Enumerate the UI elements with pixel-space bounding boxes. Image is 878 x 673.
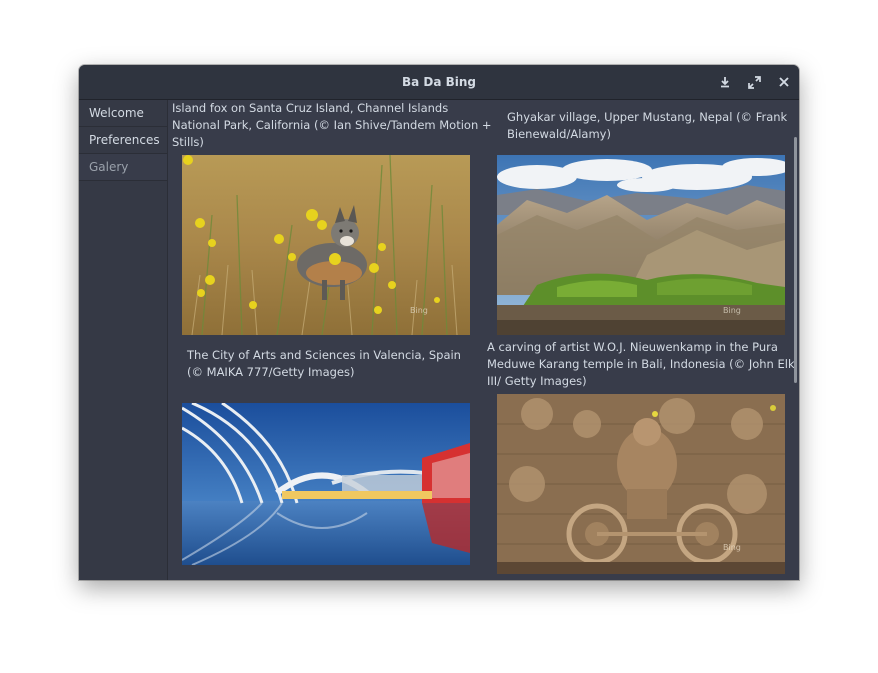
close-button[interactable] xyxy=(775,73,793,91)
bing-watermark: Bing xyxy=(723,543,741,552)
gallery-view[interactable]: Island fox on Santa Cruz Island, Channel… xyxy=(168,100,799,580)
download-button[interactable] xyxy=(716,73,734,91)
valencia-photo[interactable] xyxy=(182,403,470,565)
fox-photo[interactable]: Bing xyxy=(182,155,470,335)
gallery-caption: Island fox on Santa Cruz Island, Channel… xyxy=(172,101,492,149)
bing-watermark: Bing xyxy=(410,306,428,315)
titlebar[interactable]: Ba Da Bing xyxy=(79,65,799,100)
sidebar-item-label: Welcome xyxy=(89,106,144,120)
vertical-scrollbar[interactable] xyxy=(794,137,797,383)
app-window: Ba Da Bing Welcome Preferences Galery Is… xyxy=(79,65,799,580)
sidebar-item-label: Preferences xyxy=(89,133,160,147)
nepal-photo[interactable]: Bing xyxy=(497,155,785,335)
carving-photo[interactable]: Bing xyxy=(497,394,785,574)
download-icon xyxy=(719,76,731,88)
sidebar-item-preferences[interactable]: Preferences xyxy=(79,127,167,154)
sidebar-item-label: Galery xyxy=(89,160,129,174)
sidebar-item-galery[interactable]: Galery xyxy=(79,154,167,181)
maximize-icon xyxy=(747,75,761,89)
sidebar: Welcome Preferences Galery xyxy=(79,100,168,580)
sidebar-item-welcome[interactable]: Welcome xyxy=(79,100,167,127)
gallery-caption: A carving of artist W.O.J. Nieuwenkamp i… xyxy=(487,340,795,388)
window-title: Ba Da Bing xyxy=(401,75,477,89)
maximize-button[interactable] xyxy=(745,73,763,91)
bing-watermark: Bing xyxy=(723,306,741,315)
close-icon xyxy=(779,77,789,87)
gallery-caption: The City of Arts and Sciences in Valenci… xyxy=(187,348,461,379)
gallery-caption: Ghyakar village, Upper Mustang, Nepal (©… xyxy=(507,110,788,141)
